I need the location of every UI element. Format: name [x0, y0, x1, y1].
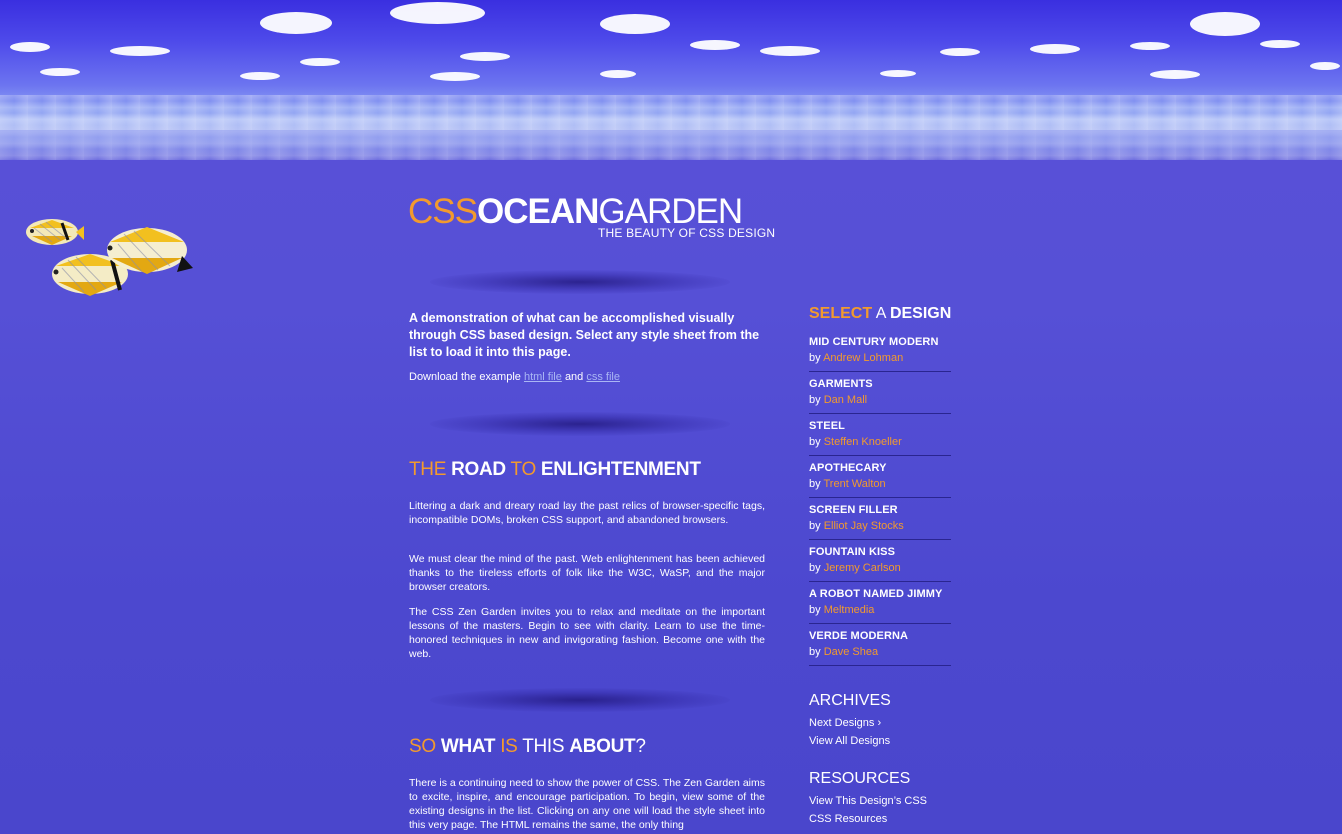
road-paragraph-1: Littering a dark and dreary road lay the…: [409, 500, 765, 526]
design-author-line: by Steffen Knoeller: [809, 434, 951, 450]
heading-word: ENLIGHTENMENT: [540, 459, 701, 480]
divider-shadow: [430, 688, 730, 712]
design-author-line: by Trent Walton: [809, 476, 951, 492]
download-prefix: Download the example: [409, 371, 521, 383]
design-name-link[interactable]: VERDE MODERNA: [809, 628, 951, 644]
by-label: by: [809, 520, 821, 532]
design-name-link[interactable]: A ROBOT NAMED JIMMY: [809, 586, 951, 602]
css-file-link[interactable]: css file: [586, 371, 620, 383]
design-name-link[interactable]: MID CENTURY MODERN: [809, 334, 951, 350]
design-author-line: by Dan Mall: [809, 392, 951, 408]
heading-word: THE: [409, 459, 447, 480]
design-author-line: by Meltmedia: [809, 602, 951, 618]
heading-word: A: [875, 305, 886, 322]
resources-heading: RESOURCES: [809, 770, 911, 787]
resources-panel: RESOURCES View This Design’s CSS CSS Res…: [809, 770, 951, 828]
heading-word: ABOUT: [569, 736, 636, 757]
design-item: GARMENTS by Dan Mall: [809, 372, 951, 414]
about-paragraph-1: There is a continuing need to show the p…: [409, 777, 765, 831]
design-name-link[interactable]: SCREEN FILLER: [809, 502, 951, 518]
next-designs-link[interactable]: Next Designs ›: [809, 714, 951, 732]
fish-illustration: [26, 219, 193, 296]
design-item: FOUNTAIN KISS by Jeremy Carlson: [809, 540, 951, 582]
design-author-link[interactable]: Trent Walton: [823, 478, 885, 490]
design-name-link[interactable]: STEEL: [809, 418, 951, 434]
by-label: by: [809, 604, 821, 616]
download-line: Download the example html file and css f…: [409, 371, 620, 383]
design-author-line: by Dave Shea: [809, 644, 951, 660]
heading-word: DESIGN: [889, 305, 952, 322]
heading-word: SELECT: [809, 305, 873, 322]
heading-word: ?: [635, 736, 646, 757]
design-item: SCREEN FILLER by Elliot Jay Stocks: [809, 498, 951, 540]
select-design-heading: SELECT A DESIGN: [809, 305, 951, 323]
view-all-designs-link[interactable]: View All Designs: [809, 732, 951, 750]
heading-word: TO: [510, 459, 536, 480]
by-label: by: [809, 562, 821, 574]
road-heading: THE ROAD TO ENLIGHTENMENT: [409, 459, 701, 481]
design-name-link[interactable]: FOUNTAIN KISS: [809, 544, 951, 560]
design-author-link[interactable]: Dan Mall: [824, 394, 867, 406]
design-item: VERDE MODERNA by Dave Shea: [809, 624, 951, 666]
design-name-link[interactable]: GARMENTS: [809, 376, 951, 392]
by-label: by: [809, 646, 821, 658]
design-author-link[interactable]: Elliot Jay Stocks: [824, 520, 904, 532]
intro-text: A demonstration of what can be accomplis…: [409, 311, 760, 359]
design-selection-panel: SELECT A DESIGN MID CENTURY MODERN by An…: [809, 305, 951, 666]
by-label: by: [809, 478, 821, 490]
design-name-link[interactable]: APOTHECARY: [809, 460, 951, 476]
road-paragraph-2: We must clear the mind of the past. Web …: [409, 553, 765, 593]
design-author-line: by Andrew Lohman: [809, 350, 951, 366]
heading-word: ROAD: [451, 459, 506, 480]
logo-css: CSS: [408, 192, 478, 231]
archives-panel: ARCHIVES Next Designs › View All Designs: [809, 692, 951, 750]
html-file-link[interactable]: html file: [524, 371, 562, 383]
divider-shadow: [430, 412, 730, 436]
by-label: by: [809, 394, 821, 406]
design-author-line: by Jeremy Carlson: [809, 560, 951, 576]
download-and: and: [564, 371, 584, 383]
heading-word: THIS: [522, 736, 565, 757]
design-author-link[interactable]: Dave Shea: [824, 646, 878, 658]
site-logo: CSSOCEANGARDEN THE BEAUTY OF CSS DESIGN: [408, 192, 775, 240]
design-author-line: by Elliot Jay Stocks: [809, 518, 951, 534]
css-resources-link[interactable]: CSS Resources: [809, 810, 951, 828]
design-author-link[interactable]: Andrew Lohman: [823, 352, 903, 364]
heading-word: IS: [500, 736, 518, 757]
by-label: by: [809, 352, 821, 364]
archives-heading: ARCHIVES: [809, 692, 891, 709]
design-item: STEEL by Steffen Knoeller: [809, 414, 951, 456]
design-item: MID CENTURY MODERN by Andrew Lohman: [809, 330, 951, 372]
design-item: A ROBOT NAMED JIMMY by Meltmedia: [809, 582, 951, 624]
design-item: APOTHECARY by Trent Walton: [809, 456, 951, 498]
logo-tagline: THE BEAUTY OF CSS DESIGN: [598, 226, 776, 240]
ocean-header-image: [0, 0, 1342, 160]
about-heading: SO WHAT IS THIS ABOUT?: [409, 736, 646, 758]
logo-ocean: OCEAN: [476, 192, 599, 231]
by-label: by: [809, 436, 821, 448]
view-design-css-link[interactable]: View This Design’s CSS: [809, 792, 951, 810]
heading-word: SO: [409, 736, 436, 757]
road-paragraph-3: The CSS Zen Garden invites you to relax …: [409, 606, 765, 660]
design-author-link[interactable]: Steffen Knoeller: [824, 436, 902, 448]
heading-word: WHAT: [440, 736, 496, 757]
design-author-link[interactable]: Meltmedia: [824, 604, 875, 616]
design-author-link[interactable]: Jeremy Carlson: [824, 562, 901, 574]
divider-shadow: [430, 270, 730, 294]
